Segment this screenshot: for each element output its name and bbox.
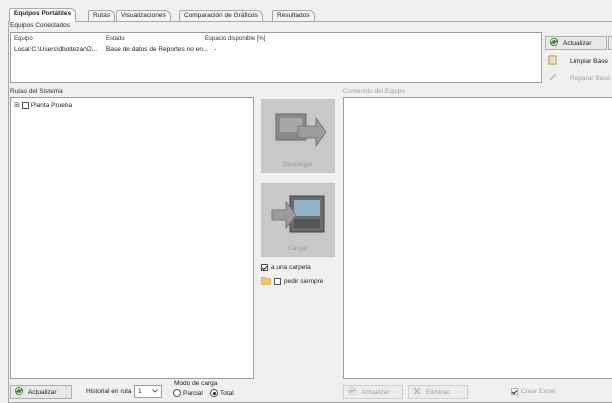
load-mode-group: Modo de carga Parcial Total bbox=[168, 379, 240, 401]
clean-base-button[interactable]: Limpiar Base bbox=[545, 54, 612, 68]
to-folder-label: a una carpeta bbox=[271, 264, 311, 271]
tab-equipos-portatiles[interactable]: Equipos Portátiles bbox=[9, 8, 77, 22]
always-ask-checkbox[interactable] bbox=[274, 278, 281, 285]
repair-icon bbox=[548, 72, 558, 84]
to-folder-option[interactable]: a una carpeta bbox=[261, 264, 311, 271]
delete-button[interactable]: Eliminar bbox=[408, 385, 468, 399]
refresh-icon bbox=[549, 37, 559, 49]
tree-item-label: Planta Prueba bbox=[30, 101, 73, 109]
upload-button[interactable]: Cargar bbox=[261, 183, 335, 257]
cell-espacio: - bbox=[214, 46, 217, 53]
connected-devices-list[interactable]: Equipo Estado Espacio disponible [%] Loc… bbox=[10, 32, 542, 83]
delete-label: Eliminar bbox=[426, 388, 450, 396]
column-header-espacio[interactable]: Espacio disponible [%] bbox=[205, 36, 265, 42]
update-devices-button[interactable]: Actualizar bbox=[545, 36, 607, 50]
update-device-content-label: Actualizar bbox=[361, 388, 390, 396]
radio-parcial-circle[interactable] bbox=[173, 389, 181, 397]
radio-total-circle[interactable] bbox=[210, 389, 218, 397]
radio-parcial-label: Parcial bbox=[183, 389, 203, 397]
clean-base-label: Limpiar Base bbox=[570, 57, 608, 65]
download-icon bbox=[272, 110, 327, 154]
tree-item-checkbox[interactable] bbox=[21, 101, 29, 109]
update-device-content-button[interactable]: Actualizar bbox=[343, 385, 403, 399]
upload-icon bbox=[270, 192, 328, 240]
cell-equipo: Local:C:\Users\dboltezar\D... bbox=[14, 46, 98, 53]
download-button[interactable]: Descargar bbox=[261, 99, 335, 173]
load-mode-label: Modo de carga bbox=[174, 380, 218, 387]
chevron-down-icon bbox=[152, 388, 158, 395]
history-value: 1 bbox=[138, 388, 142, 395]
table-row[interactable]: Local:C:\Users\dboltezar\D... Base de da… bbox=[11, 45, 541, 55]
radio-total[interactable]: Total bbox=[210, 389, 234, 397]
tab-strip: Equipos Portátiles Rutas Visualizaciones… bbox=[0, 0, 612, 22]
tab-rutas[interactable]: Rutas bbox=[88, 10, 115, 21]
tab-comparacion-graficos[interactable]: Comparación de Gráficos bbox=[179, 10, 263, 21]
column-header-equipo[interactable]: Equipo bbox=[14, 36, 33, 42]
column-header-estado[interactable]: Estado bbox=[106, 36, 125, 42]
tree-item-planta-prueba[interactable]: ⊞ Planta Prueba bbox=[14, 101, 72, 109]
create-excel-option[interactable]: Crear Excel bbox=[511, 388, 555, 395]
clean-icon bbox=[548, 55, 558, 67]
always-ask-option[interactable]: pedir siempre bbox=[261, 276, 323, 287]
device-content-group-label: Contenido del Equipo bbox=[343, 88, 406, 95]
repair-base-button[interactable]: Reparar Base bbox=[545, 71, 612, 85]
create-excel-checkbox[interactable] bbox=[511, 388, 518, 395]
tab-visualizaciones[interactable]: Visualizaciones bbox=[116, 10, 171, 21]
device-content-list[interactable] bbox=[343, 97, 612, 379]
routes-group-label: Rutas del Sistema bbox=[10, 88, 63, 95]
expand-icon[interactable]: ⊞ bbox=[14, 101, 20, 109]
delete-icon bbox=[412, 386, 422, 398]
cell-estado: Base de datos de Reportes no en... bbox=[106, 46, 209, 53]
tab-resultados[interactable]: Resultados bbox=[272, 10, 315, 21]
to-folder-checkbox[interactable] bbox=[261, 264, 268, 271]
refresh-icon bbox=[347, 386, 357, 398]
download-label: Descargar bbox=[283, 161, 313, 168]
update-routes-label: Actualizar bbox=[28, 388, 57, 396]
overflow-button[interactable] bbox=[608, 36, 612, 50]
connected-group-label: Equipos Conectados bbox=[10, 22, 70, 29]
refresh-icon bbox=[14, 386, 24, 398]
radio-total-label: Total bbox=[220, 389, 234, 397]
routes-tree[interactable]: ⊞ Planta Prueba bbox=[10, 97, 254, 379]
history-select[interactable]: 1 bbox=[134, 385, 162, 398]
repair-base-label: Reparar Base bbox=[570, 74, 611, 82]
history-label: Historial en ruta bbox=[86, 388, 132, 395]
upload-label: Cargar bbox=[288, 245, 308, 252]
always-ask-label: pedir siempre bbox=[284, 278, 324, 285]
folder-icon[interactable] bbox=[261, 276, 271, 287]
create-excel-label: Crear Excel bbox=[521, 388, 555, 395]
update-devices-label: Actualizar bbox=[563, 39, 592, 47]
update-routes-button[interactable]: Actualizar bbox=[10, 385, 72, 399]
radio-parcial[interactable]: Parcial bbox=[173, 389, 203, 397]
